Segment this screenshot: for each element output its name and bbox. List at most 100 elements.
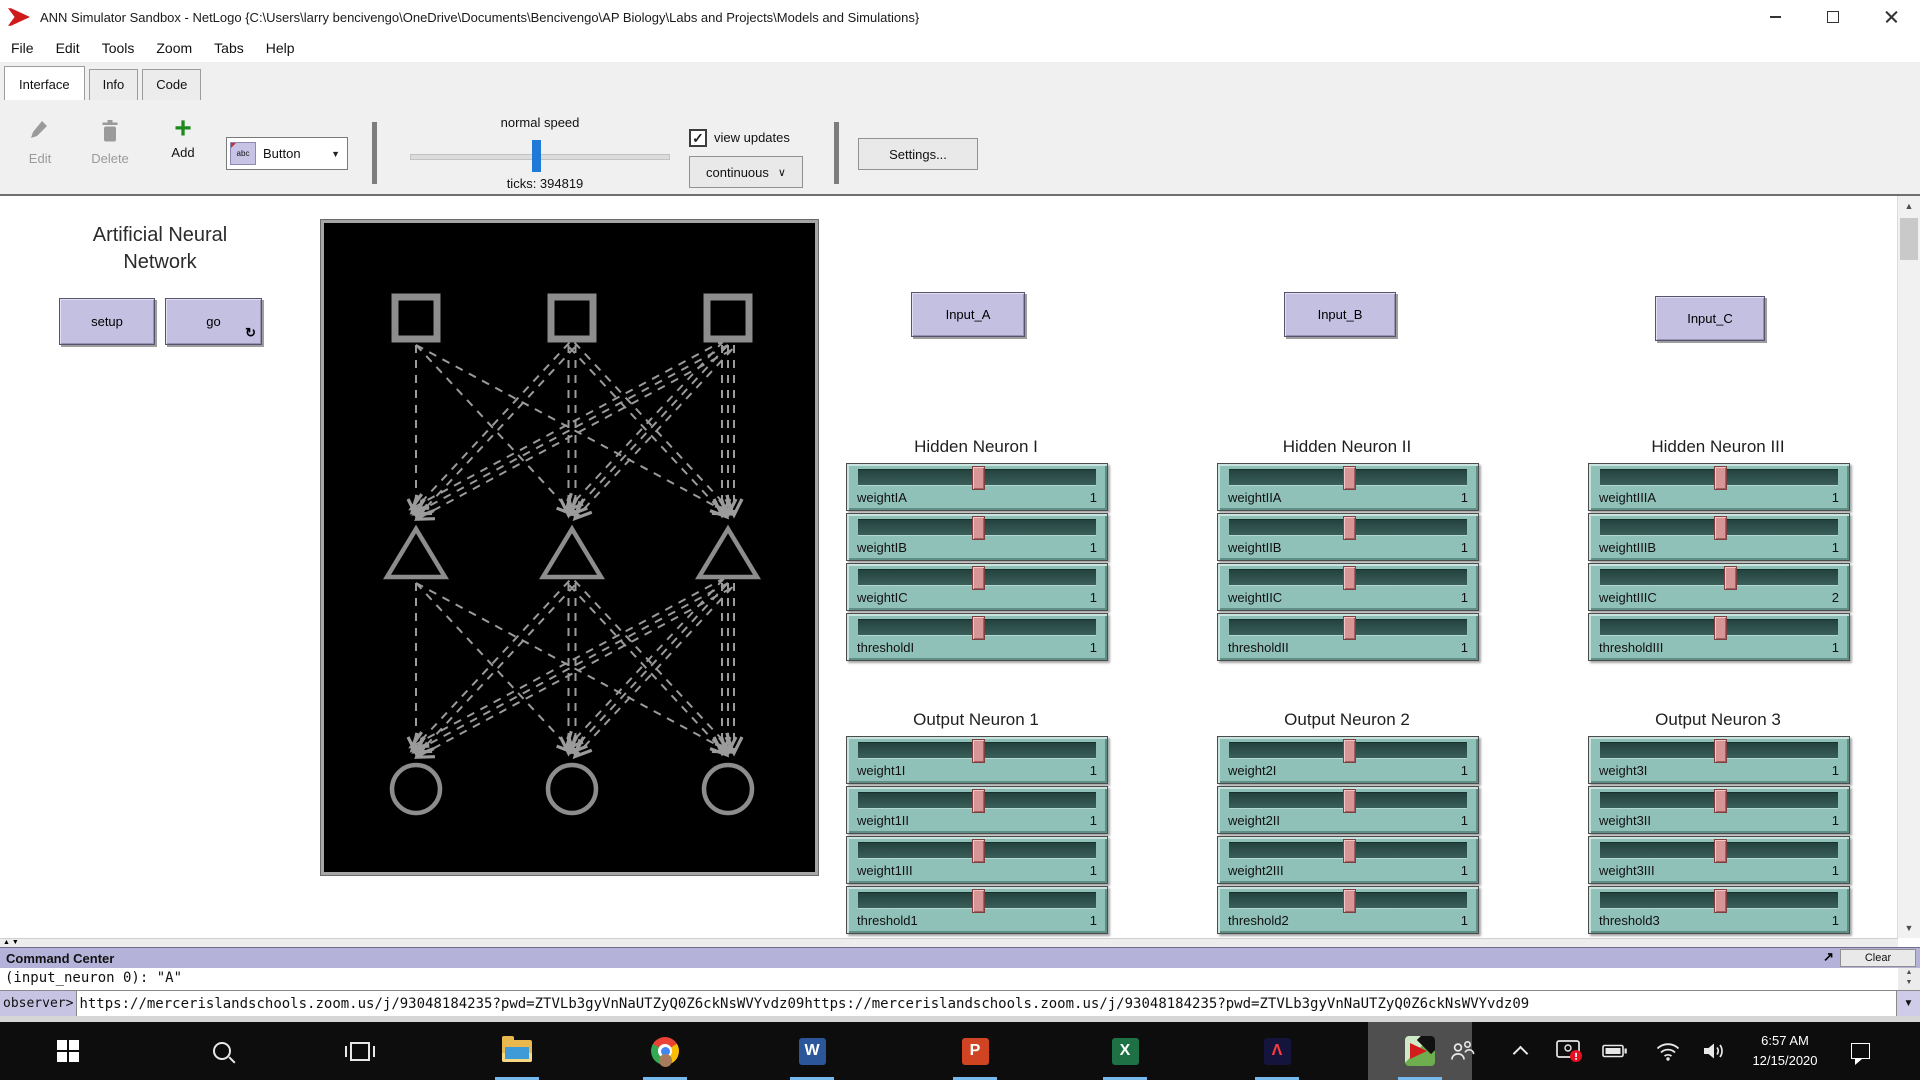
slider-threshold1[interactable]: threshold11 bbox=[846, 886, 1108, 934]
word-button[interactable]: W bbox=[783, 1022, 841, 1080]
slider-weightIC[interactable]: weightIC1 bbox=[846, 563, 1108, 611]
taskbar-search-button[interactable] bbox=[193, 1022, 251, 1080]
slider-handle[interactable] bbox=[1724, 566, 1737, 590]
slider-handle[interactable] bbox=[1714, 789, 1727, 813]
output-scrollbar[interactable]: ▲▼ bbox=[1898, 968, 1920, 990]
slider-weightIIC[interactable]: weightIIC1 bbox=[1217, 563, 1479, 611]
slider-thresholdI[interactable]: thresholdI1 bbox=[846, 613, 1108, 661]
command-input[interactable]: https://mercerislandschools.zoom.us/j/93… bbox=[76, 991, 1896, 1016]
slider-handle[interactable] bbox=[972, 516, 985, 540]
menu-file[interactable]: File bbox=[0, 40, 45, 56]
slider-weight3I[interactable]: weight3I1 bbox=[1588, 736, 1850, 784]
slider-weightIIIC[interactable]: weightIIIC2 bbox=[1588, 563, 1850, 611]
task-view-button[interactable] bbox=[331, 1022, 389, 1080]
delete-widget-button[interactable]: Delete bbox=[82, 118, 138, 166]
setup-button[interactable]: setup bbox=[59, 298, 155, 345]
speed-slider-thumb[interactable] bbox=[532, 140, 541, 172]
tab-info[interactable]: Info bbox=[89, 69, 139, 100]
close-button[interactable] bbox=[1862, 0, 1920, 34]
tab-code[interactable]: Code bbox=[142, 69, 201, 100]
scroll-up-icon[interactable]: ▲ bbox=[1898, 196, 1920, 216]
slider-handle[interactable] bbox=[1343, 616, 1356, 640]
slider-handle[interactable] bbox=[1714, 616, 1727, 640]
world-view-canvas[interactable] bbox=[321, 220, 818, 875]
network-button[interactable] bbox=[1646, 1022, 1690, 1080]
slider-weightIIIB[interactable]: weightIIIB1 bbox=[1588, 513, 1850, 561]
minimize-button[interactable] bbox=[1746, 0, 1804, 34]
slider-handle[interactable] bbox=[972, 739, 985, 763]
slider-threshold2[interactable]: threshold21 bbox=[1217, 886, 1479, 934]
slider-handle[interactable] bbox=[1714, 466, 1727, 490]
slider-handle[interactable] bbox=[1343, 566, 1356, 590]
taskbar-clock[interactable]: 6:57 AM 12/15/2020 bbox=[1735, 1031, 1835, 1071]
settings-button[interactable]: Settings... bbox=[858, 138, 978, 170]
slider-handle[interactable] bbox=[972, 889, 985, 913]
slider-handle[interactable] bbox=[1343, 789, 1356, 813]
slider-weightIB[interactable]: weightIB1 bbox=[846, 513, 1108, 561]
menu-zoom[interactable]: Zoom bbox=[145, 40, 203, 56]
excel-button[interactable]: X bbox=[1096, 1022, 1154, 1080]
chrome-button[interactable] bbox=[636, 1022, 694, 1080]
maximize-button[interactable] bbox=[1804, 0, 1862, 34]
slider-handle[interactable] bbox=[1343, 739, 1356, 763]
acrobat-button[interactable]: Λ bbox=[1248, 1022, 1306, 1080]
slider-threshold3[interactable]: threshold31 bbox=[1588, 886, 1850, 934]
interface-vertical-scrollbar[interactable]: ▲ ▼ bbox=[1897, 196, 1920, 938]
view-updates-checkbox[interactable]: ✓ bbox=[689, 129, 707, 147]
slider-handle[interactable] bbox=[972, 616, 985, 640]
slider-weight2I[interactable]: weight2I1 bbox=[1217, 736, 1479, 784]
battery-button[interactable] bbox=[1593, 1022, 1637, 1080]
scroll-down-icon[interactable]: ▼ bbox=[1898, 918, 1920, 938]
widget-type-dropdown[interactable]: abc Button ▼ bbox=[226, 137, 348, 170]
slider-thresholdII[interactable]: thresholdII1 bbox=[1217, 613, 1479, 661]
action-center-button[interactable] bbox=[1838, 1022, 1882, 1080]
slider-weight3II[interactable]: weight3II1 bbox=[1588, 786, 1850, 834]
slider-handle[interactable] bbox=[1714, 739, 1727, 763]
slider-weight3III[interactable]: weight3III1 bbox=[1588, 836, 1850, 884]
edit-widget-button[interactable]: Edit bbox=[12, 118, 68, 166]
slider-handle[interactable] bbox=[1343, 466, 1356, 490]
slider-weightIIA[interactable]: weightIIA1 bbox=[1217, 463, 1479, 511]
slider-handle[interactable] bbox=[1714, 516, 1727, 540]
go-button[interactable]: go ↻ bbox=[165, 298, 262, 345]
add-widget-button[interactable]: + Add bbox=[155, 117, 211, 160]
slider-weightIIB[interactable]: weightIIB1 bbox=[1217, 513, 1479, 561]
tray-app-button[interactable] bbox=[1548, 1022, 1592, 1080]
people-button[interactable] bbox=[1440, 1022, 1484, 1080]
title-bar[interactable]: ANN Simulator Sandbox - NetLogo {C:\User… bbox=[0, 0, 1920, 34]
menu-tools[interactable]: Tools bbox=[91, 40, 146, 56]
slider-handle[interactable] bbox=[1343, 516, 1356, 540]
slider-thresholdIII[interactable]: thresholdIII1 bbox=[1588, 613, 1850, 661]
slider-handle[interactable] bbox=[1714, 839, 1727, 863]
slider-handle[interactable] bbox=[972, 789, 985, 813]
detach-command-center-icon[interactable]: ↗ bbox=[1819, 948, 1838, 965]
file-explorer-button[interactable] bbox=[488, 1022, 546, 1080]
powerpoint-button[interactable]: P bbox=[946, 1022, 1004, 1080]
slider-handle[interactable] bbox=[1343, 839, 1356, 863]
slider-handle[interactable] bbox=[972, 566, 985, 590]
observer-prompt[interactable]: observer> bbox=[0, 991, 76, 1016]
menu-tabs[interactable]: Tabs bbox=[203, 40, 255, 56]
volume-button[interactable] bbox=[1692, 1022, 1736, 1080]
tab-interface[interactable]: Interface bbox=[4, 66, 85, 101]
menu-edit[interactable]: Edit bbox=[45, 40, 91, 56]
slider-weight1I[interactable]: weight1I1 bbox=[846, 736, 1108, 784]
command-history-dropdown[interactable]: ▼ bbox=[1896, 991, 1920, 1016]
input-c-button[interactable]: Input_C bbox=[1655, 296, 1765, 341]
slider-weight1II[interactable]: weight1II1 bbox=[846, 786, 1108, 834]
slider-handle[interactable] bbox=[1714, 889, 1727, 913]
input-b-button[interactable]: Input_B bbox=[1284, 292, 1396, 337]
show-hidden-icons-button[interactable] bbox=[1498, 1022, 1542, 1080]
slider-handle[interactable] bbox=[972, 839, 985, 863]
slider-handle[interactable] bbox=[972, 466, 985, 490]
slider-weightIIIA[interactable]: weightIIIA1 bbox=[1588, 463, 1850, 511]
clear-button[interactable]: Clear bbox=[1840, 949, 1916, 967]
input-a-button[interactable]: Input_A bbox=[911, 292, 1025, 337]
scrollbar-thumb[interactable] bbox=[1900, 218, 1918, 260]
slider-weight2III[interactable]: weight2III1 bbox=[1217, 836, 1479, 884]
slider-weightIA[interactable]: weightIA1 bbox=[846, 463, 1108, 511]
slider-weight2II[interactable]: weight2II1 bbox=[1217, 786, 1479, 834]
menu-help[interactable]: Help bbox=[255, 40, 306, 56]
slider-weight1III[interactable]: weight1III1 bbox=[846, 836, 1108, 884]
slider-track[interactable] bbox=[1600, 569, 1838, 586]
